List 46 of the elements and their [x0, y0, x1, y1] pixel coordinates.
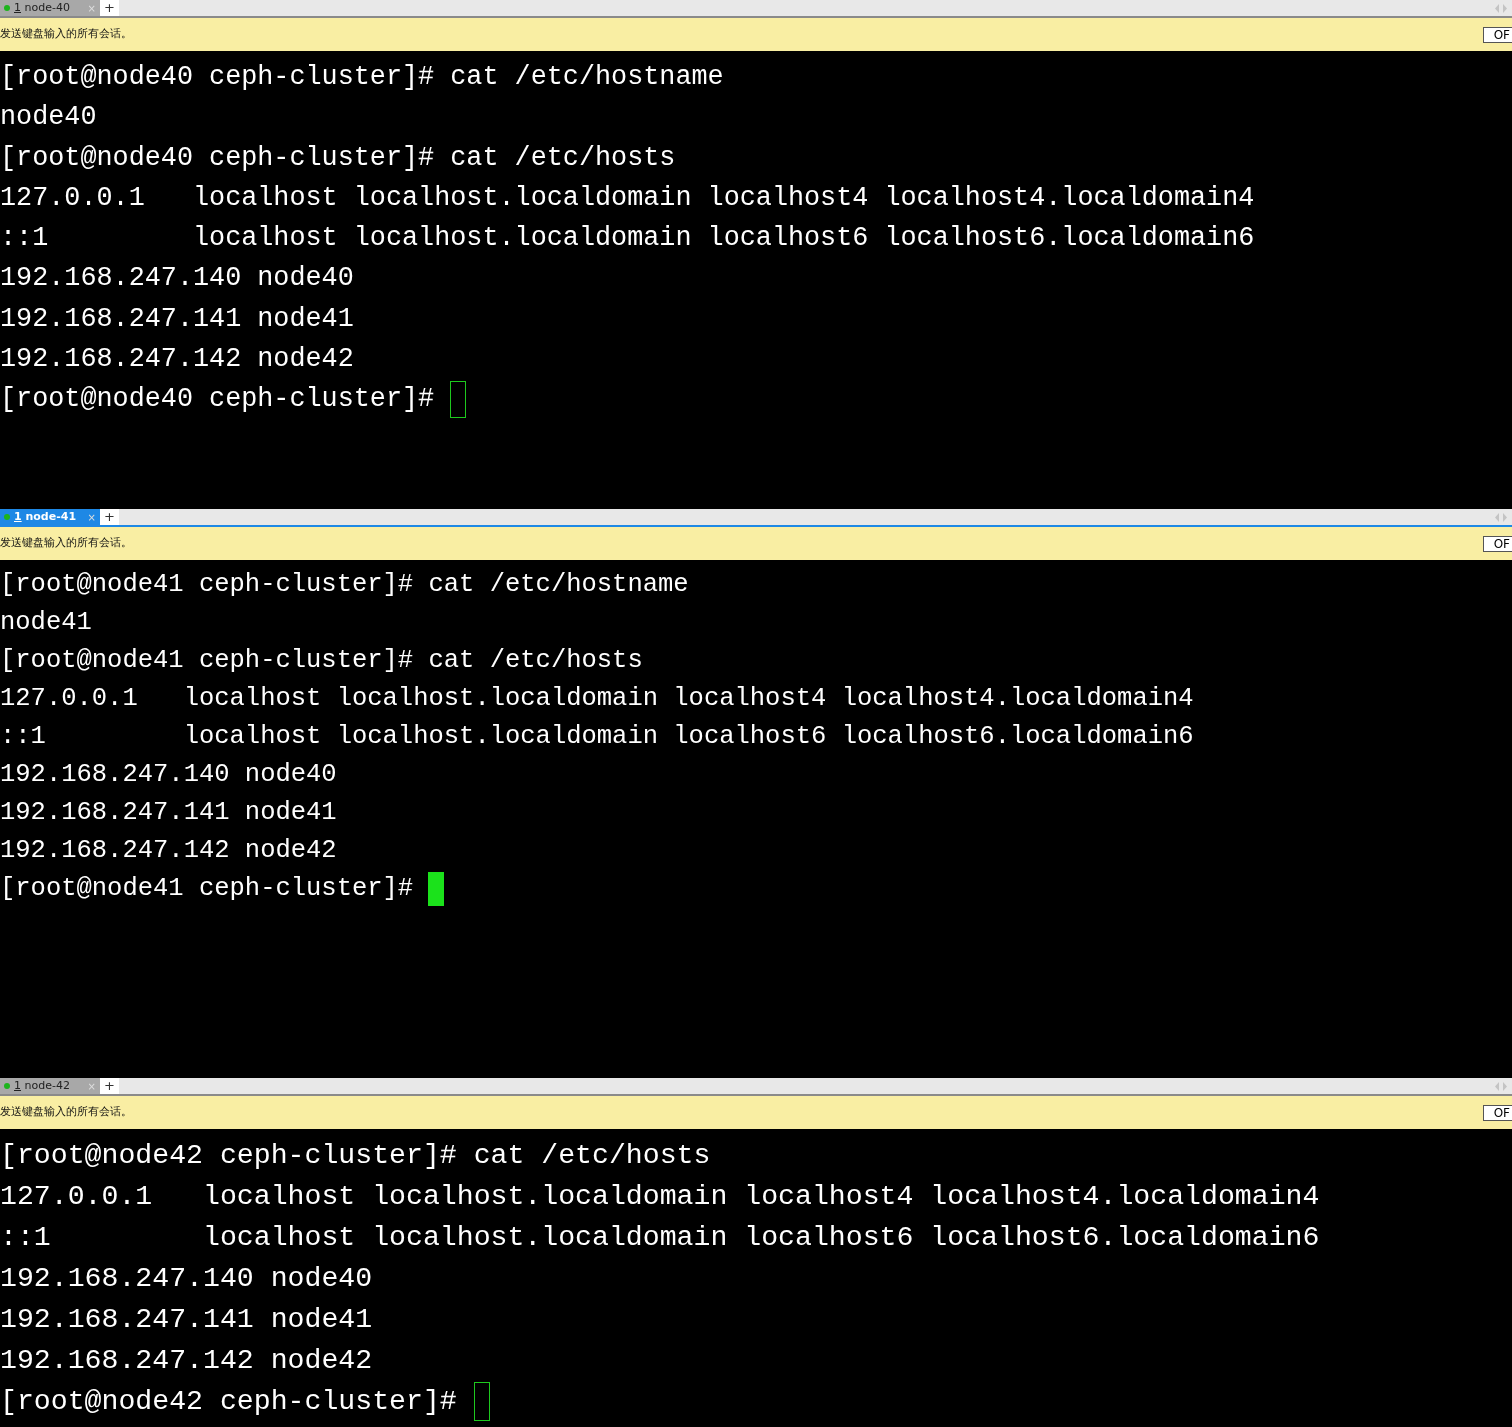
terminal-line: [root@node41 ceph-cluster]# cat /etc/hosts — [0, 645, 644, 677]
tab-label: 1 node-40 — [14, 0, 70, 16]
session-tab[interactable]: 1 node-41 × — [0, 509, 100, 525]
new-tab-button[interactable]: + — [100, 509, 119, 525]
terminal-line: [root@node41 ceph-cluster]# cat /etc/hostname — [0, 569, 690, 601]
status-dot-icon — [4, 5, 10, 11]
terminal-line: 127.0.0.1 localhost localhost.localdomain localhost4 localhost4.localdomain4 — [0, 1180, 1321, 1214]
terminal-line: 127.0.0.1 localhost localhost.localdomain localhost4 localhost4.localdomain4 — [0, 683, 1195, 715]
scroll-arrows-icon[interactable] — [1494, 512, 1508, 522]
terminal-line: 192.168.247.142 node42 — [0, 1344, 374, 1378]
terminal-line: 192.168.247.140 node40 — [0, 1262, 374, 1296]
scroll-arrows-icon[interactable] — [1494, 1081, 1508, 1091]
new-tab-button[interactable]: + — [100, 0, 119, 16]
tab-label: 1 node-42 — [14, 1078, 70, 1094]
tab-label: 1 node-41 — [14, 509, 77, 525]
new-tab-button[interactable]: + — [100, 1078, 119, 1094]
off-button[interactable]: OF — [1482, 1104, 1512, 1121]
terminal-line: node40 — [0, 101, 98, 135]
session-tab[interactable]: 1 node-42 × — [0, 1078, 100, 1094]
status-dot-icon — [4, 514, 10, 520]
terminal-prompt: [root@node40 ceph-cluster]# — [0, 383, 436, 417]
terminal-line: 192.168.247.141 node41 — [0, 1303, 374, 1337]
off-button[interactable]: OF — [1482, 535, 1512, 552]
terminal-line: 192.168.247.142 node42 — [0, 835, 338, 867]
terminal-line: 192.168.247.142 node42 — [0, 343, 355, 377]
terminal-line: ::1 localhost localhost.localdomain localhost6 localhost6.localdomain6 — [0, 222, 1256, 256]
terminal-line: 192.168.247.140 node40 — [0, 759, 338, 791]
scroll-arrows-icon[interactable] — [1494, 3, 1508, 13]
terminal-line: ::1 localhost localhost.localdomain localhost6 localhost6.localdomain6 — [0, 721, 1195, 753]
terminal-line: [root@node40 ceph-cluster]# cat /etc/hostname — [0, 61, 725, 94]
terminal-prompt: [root@node42 ceph-cluster]# — [0, 1385, 458, 1419]
broadcast-notice: 发送键盘输入的所有会话。 — [0, 26, 132, 43]
terminal-line: [root@node42 ceph-cluster]# cat /etc/hosts — [0, 1139, 712, 1173]
terminal-prompt: [root@node41 ceph-cluster]# — [0, 873, 415, 905]
terminal-line: [root@node40 ceph-cluster]# cat /etc/hosts — [0, 141, 677, 175]
status-dot-icon — [4, 1083, 10, 1089]
session-tab[interactable]: 1 node-40 × — [0, 0, 100, 16]
broadcast-notice: 发送键盘输入的所有会话。 — [0, 1104, 132, 1121]
broadcast-notice: 发送键盘输入的所有会话。 — [0, 535, 132, 552]
terminal-line: 127.0.0.1 localhost localhost.localdomain localhost4 localhost4.localdomain4 — [0, 181, 1256, 215]
terminal-line: ::1 localhost localhost.localdomain localhost6 localhost6.localdomain6 — [0, 1221, 1321, 1255]
terminal-line: 192.168.247.141 node41 — [0, 797, 338, 829]
terminal-line: 192.168.247.140 node40 — [0, 262, 355, 296]
terminal-line: node41 — [0, 607, 93, 639]
terminal-line: 192.168.247.141 node41 — [0, 302, 355, 336]
off-button[interactable]: OF — [1482, 26, 1512, 43]
